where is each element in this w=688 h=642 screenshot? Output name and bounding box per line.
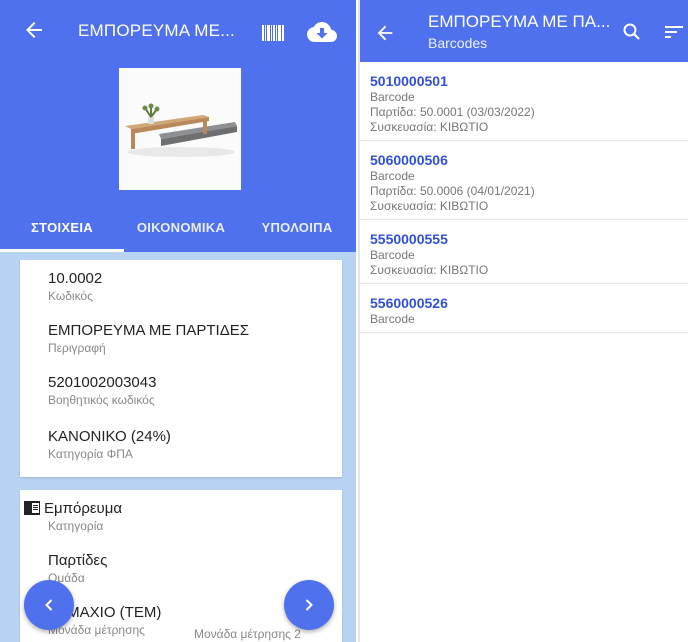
- barcode-package: Συσκευασία: ΚΙΒΩΤΙΟ: [370, 263, 489, 277]
- list-item[interactable]: 5550000555 Barcode Συσκευασία: ΚΙΒΩΤΙΟ: [360, 220, 688, 284]
- vat-category-value: ΚΑΝΟΝΙΚΟ (24%): [48, 428, 171, 445]
- code-value: 10.0002: [48, 270, 103, 287]
- aux-code-label: Βοηθητικός κωδικός: [48, 393, 155, 407]
- barcodes-subtitle: Barcodes: [428, 35, 488, 51]
- category-value: Εμπόρευμα: [44, 500, 123, 517]
- item-detail-screen: ΕΜΠΟΡΕΥΜΑ ΜΕ... ΣΤΟΙΧΕΙΑ ΟΙΚΟΝΟΜΙΚΑ ΥΠΟΛ…: [0, 0, 356, 642]
- back-arrow-icon[interactable]: [374, 22, 396, 44]
- list-item[interactable]: 5060000506 Barcode Παρτίδα: 50.0006 (04/…: [360, 141, 688, 220]
- barcode-type: Barcode: [370, 169, 415, 183]
- barcode-batch: Παρτίδα: 50.0001 (03/03/2022): [370, 105, 535, 119]
- barcode-type: Barcode: [370, 312, 415, 326]
- field-category: Εμπόρευμα Κατηγορία: [24, 500, 122, 533]
- barcode-code: 5560000526: [370, 295, 448, 311]
- barcode-code: 5010000501: [370, 73, 448, 89]
- barcode-package: Συσκευασία: ΚΙΒΩΤΙΟ: [370, 120, 489, 134]
- details-card: 10.0002 Κωδικός ΕΜΠΟΡΕΥΜΑ ΜΕ ΠΑΡΤΙΔΕΣ Πε…: [20, 260, 342, 477]
- previous-button[interactable]: [24, 580, 74, 630]
- barcode-code: 5550000555: [370, 231, 448, 247]
- field-vat-category: ΚΑΝΟΝΙΚΟ (24%) Κατηγορία ΦΠΑ: [48, 428, 171, 461]
- unit-label: Μονάδα μέτρησης: [48, 623, 145, 637]
- description-label: Περιγραφή: [48, 341, 106, 355]
- category-value-row: Εμπόρευμα: [24, 500, 122, 517]
- barcodes-title: ΕΜΠΟΡΕΥΜΑ ΜΕ ΠΑ...: [428, 12, 611, 31]
- description-value: ΕΜΠΟΡΕΥΜΑ ΜΕ ΠΑΡΤΙΔΕΣ: [48, 322, 249, 339]
- aux-code-value: 5201002003043: [48, 374, 157, 391]
- active-tab-indicator: [0, 249, 124, 252]
- barcode-icon[interactable]: [262, 25, 284, 41]
- field-aux-code: 5201002003043 Βοηθητικός κωδικός: [48, 374, 156, 407]
- vat-category-label: Κατηγορία ΦΠΑ: [48, 447, 133, 461]
- barcode-package: Συσκευασία: ΚΙΒΩΤΙΟ: [370, 199, 489, 213]
- barcode-type: Barcode: [370, 90, 415, 104]
- group-value: Παρτίδες: [48, 552, 108, 569]
- barcode-batch: Παρτίδα: 50.0006 (04/01/2021): [370, 184, 535, 198]
- cloud-download-icon[interactable]: [307, 20, 337, 44]
- sort-icon[interactable]: [665, 24, 683, 40]
- book-icon: [24, 501, 40, 515]
- list-item[interactable]: 5560000526 Barcode: [360, 284, 688, 333]
- field-group: Παρτίδες Ομάδα: [48, 552, 107, 585]
- back-arrow-icon[interactable]: [22, 18, 46, 42]
- detail-toolbar: ΕΜΠΟΡΕΥΜΑ ΜΕ...: [0, 0, 356, 62]
- chevron-right-icon: [305, 599, 313, 611]
- category-label: Κατηγορία: [48, 519, 104, 533]
- tab-details[interactable]: ΣΤΟΙΧΕΙΑ: [0, 208, 124, 252]
- product-photo: [119, 68, 241, 190]
- chevron-left-icon: [45, 599, 53, 611]
- search-icon[interactable]: [622, 22, 642, 42]
- detail-header: ΕΜΠΟΡΕΥΜΑ ΜΕ... ΣΤΟΙΧΕΙΑ ΟΙΚΟΝΟΜΙΚΑ ΥΠΟΛ…: [0, 0, 356, 252]
- field-code: 10.0002 Κωδικός: [48, 270, 102, 303]
- barcode-code: 5060000506: [370, 152, 448, 168]
- barcodes-toolbar: ΕΜΠΟΡΕΥΜΑ ΜΕ ΠΑ... Barcodes: [360, 0, 688, 62]
- barcodes-screen: ΕΜΠΟΡΕΥΜΑ ΜΕ ΠΑ... Barcodes 5010000501 B…: [358, 0, 688, 642]
- detail-tabs: ΣΤΟΙΧΕΙΑ ΟΙΚΟΝΟΜΙΚΑ ΥΠΟΛΟΙΠΑ: [0, 208, 356, 252]
- barcode-list: 5010000501 Barcode Παρτίδα: 50.0001 (03/…: [360, 62, 688, 333]
- detail-title: ΕΜΠΟΡΕΥΜΑ ΜΕ...: [78, 21, 235, 40]
- tab-balances[interactable]: ΥΠΟΛΟΙΠΑ: [238, 208, 356, 252]
- tab-financials[interactable]: ΟΙΚΟΝΟΜΙΚΑ: [124, 208, 238, 252]
- next-button[interactable]: [284, 580, 334, 630]
- field-description: ΕΜΠΟΡΕΥΜΑ ΜΕ ΠΑΡΤΙΔΕΣ Περιγραφή: [48, 322, 249, 355]
- code-label: Κωδικός: [48, 289, 93, 303]
- unit2-label: Μονάδα μέτρησης 2: [194, 627, 301, 641]
- barcode-type: Barcode: [370, 248, 415, 262]
- list-item[interactable]: 5010000501 Barcode Παρτίδα: 50.0001 (03/…: [360, 62, 688, 141]
- product-image[interactable]: [119, 68, 241, 190]
